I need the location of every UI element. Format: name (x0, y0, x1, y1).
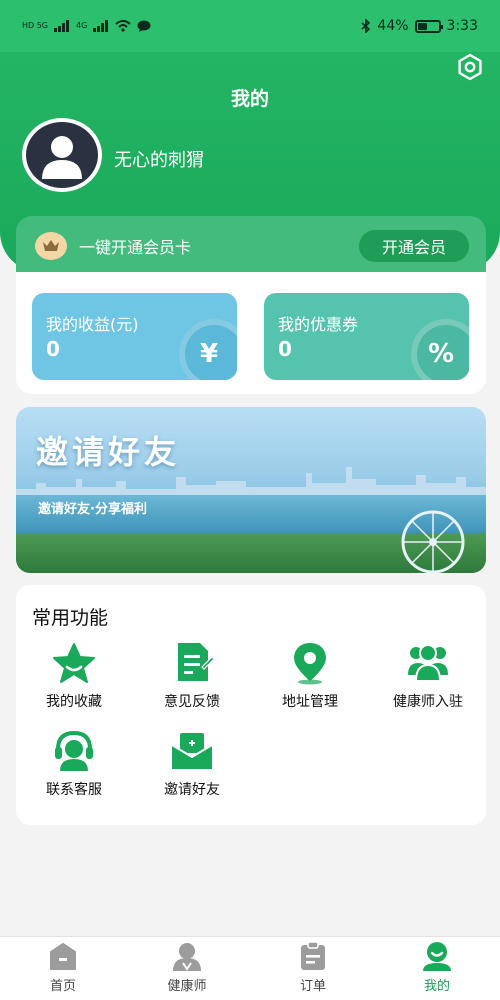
tab-profile[interactable]: 我的 (382, 941, 492, 999)
headset-icon (52, 729, 96, 773)
order-icon (296, 941, 330, 971)
clock: 3:33 (446, 18, 478, 34)
invite-banner[interactable]: 邀请好友 邀请好友·分享福利 (16, 407, 486, 573)
page-title: 我的 (230, 88, 269, 110)
status-left: HD 5G 4G (22, 20, 151, 32)
profile-icon (420, 941, 454, 971)
tab-orders[interactable]: 订单 (258, 941, 368, 999)
member-text: 一键开通会员卡 (79, 238, 192, 257)
yen-icon: ¥ (179, 319, 237, 380)
wifi-icon (115, 20, 131, 32)
function-label: 邀请好友 (164, 782, 220, 798)
battery-icon (414, 19, 443, 33)
function-feedback[interactable]: 意见反馈 (137, 641, 247, 717)
function-invite[interactable]: 邀请好友 (137, 729, 247, 805)
health-worker-icon (170, 941, 204, 971)
user-icon (42, 136, 82, 179)
star-icon (52, 641, 96, 685)
functions-panel: 常用功能 我的收藏 意见反馈 地址管理 健康师入驻 联系客服 邀请好友 (16, 585, 486, 825)
username[interactable]: 无心的刺猬 (114, 146, 204, 172)
team-icon (406, 641, 450, 685)
battery-level (417, 22, 428, 30)
message-icon (137, 20, 151, 32)
tab-bar: 首页 健康师 订单 我的 (0, 936, 500, 1000)
home-icon (46, 941, 80, 971)
signal-icon-2 (93, 20, 109, 32)
function-favorites[interactable]: 我的收藏 (19, 641, 129, 717)
status-right: 44% 3:33 (361, 18, 478, 34)
function-label: 意见反馈 (164, 694, 220, 710)
signal-label-left: HD 5G (22, 21, 49, 30)
function-address[interactable]: 地址管理 (255, 641, 365, 717)
percent-icon: % (411, 319, 469, 380)
income-card[interactable]: 我的收益(元) 0 ¥ (32, 293, 237, 380)
tab-label: 首页 (49, 979, 76, 994)
signal-label-right: 4G (76, 21, 88, 30)
signal-icon (54, 20, 70, 32)
crown-icon (35, 232, 67, 260)
coupon-label: 我的优惠券 (278, 315, 359, 334)
function-label: 我的收藏 (46, 694, 102, 710)
coupon-value: 0 (278, 337, 292, 361)
bluetooth-icon (361, 19, 371, 33)
tab-label: 订单 (299, 979, 326, 994)
banner-title: 邀请好友 (36, 433, 181, 471)
coupon-card[interactable]: 我的优惠券 0 % (264, 293, 469, 380)
member-card[interactable]: 一键开通会员卡 开通会员 (16, 216, 486, 272)
open-membership-button[interactable]: 开通会员 (359, 230, 469, 262)
tab-health-worker[interactable]: 健康师 (132, 941, 242, 999)
function-label: 地址管理 (282, 694, 338, 710)
income-value: 0 (46, 337, 60, 361)
ferris-wheel-image (401, 510, 465, 573)
tab-label: 健康师 (167, 979, 207, 994)
functions-title: 常用功能 (32, 607, 109, 629)
status-bar: HD 5G 4G 44% 3:33 (0, 0, 500, 52)
function-label: 健康师入驻 (393, 694, 463, 710)
banner-subtitle: 邀请好友·分享福利 (38, 502, 147, 517)
function-join[interactable]: 健康师入驻 (373, 641, 483, 717)
function-support[interactable]: 联系客服 (19, 729, 129, 805)
tab-home[interactable]: 首页 (8, 941, 118, 999)
location-icon (288, 641, 332, 685)
feedback-icon (170, 641, 214, 685)
tab-label: 我的 (423, 979, 450, 994)
battery-text: 44% (377, 18, 409, 34)
stats-panel: 我的收益(元) 0 ¥ 我的优惠券 0 % (16, 272, 486, 394)
avatar[interactable] (22, 118, 102, 192)
settings-icon[interactable] (456, 53, 484, 81)
function-label: 联系客服 (46, 782, 102, 798)
invite-icon (170, 729, 214, 773)
income-label: 我的收益(元) (46, 315, 139, 334)
